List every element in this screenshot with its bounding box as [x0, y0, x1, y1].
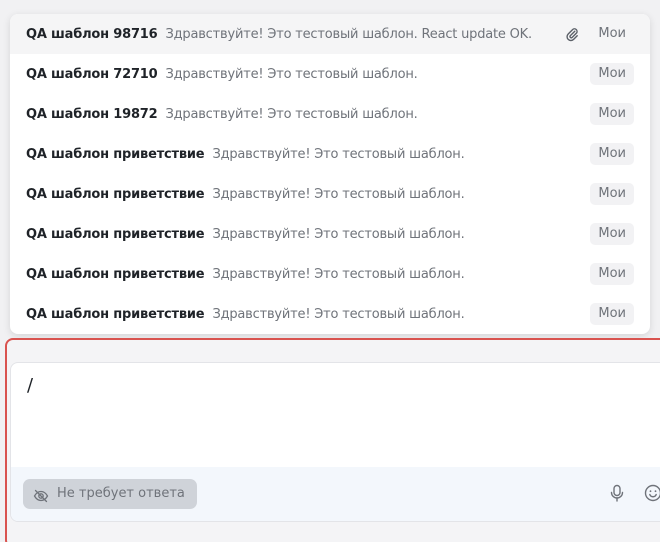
microphone-icon[interactable] [607, 483, 627, 503]
template-text: Здравствуйте! Это тестовый шаблон. [212, 226, 465, 242]
template-owner-badge: Мои [590, 183, 634, 205]
template-title: QA шаблон приветствие [26, 226, 205, 242]
template-text: Здравствуйте! Это тестовый шаблон. React… [165, 26, 532, 42]
template-item[interactable]: QA шаблон приветствие Здравствуйте! Это … [10, 254, 650, 294]
template-owner-badge: Мои [590, 103, 634, 125]
template-owner-badge: Мои [590, 223, 634, 245]
paperclip-icon [564, 26, 580, 42]
template-suggestions-popup: QA шаблон 98716 Здравствуйте! Это тестов… [10, 14, 650, 334]
template-item[interactable]: QA шаблон приветствие Здравствуйте! Это … [10, 134, 650, 174]
template-text: Здравствуйте! Это тестовый шаблон. [212, 306, 465, 322]
template-text: Здравствуйте! Это тестовый шаблон. [165, 106, 418, 122]
template-title: QA шаблон 72710 [26, 66, 158, 82]
template-item[interactable]: QA шаблон приветствие Здравствуйте! Это … [10, 294, 650, 334]
chat-composer-screen: QA шаблон 98716 Здравствуйте! Это тестов… [0, 0, 660, 542]
template-title: QA шаблон приветствие [26, 266, 205, 282]
template-owner-badge: Мои [590, 143, 634, 165]
emoji-icon[interactable] [643, 483, 660, 503]
message-composer[interactable]: / Не требует ответа [10, 362, 660, 522]
template-item[interactable]: QA шаблон 19872 Здравствуйте! Это тестов… [10, 94, 650, 134]
eye-off-icon [33, 486, 49, 503]
template-item[interactable]: QA шаблон приветствие Здравствуйте! Это … [10, 174, 650, 214]
template-item[interactable]: QA шаблон приветствие Здравствуйте! Это … [10, 214, 650, 254]
message-input[interactable]: / [27, 375, 33, 396]
template-owner-badge: Мои [598, 26, 626, 41]
template-title: QA шаблон 98716 [26, 26, 158, 42]
template-item[interactable]: QA шаблон 72710 Здравствуйте! Это тестов… [10, 54, 650, 94]
template-title: QA шаблон приветствие [26, 306, 205, 322]
composer-toolbar: Не требует ответа [11, 467, 660, 521]
template-text: Здравствуйте! Это тестовый шаблон. [212, 146, 465, 162]
template-text: Здравствуйте! Это тестовый шаблон. [212, 186, 465, 202]
template-text: Здравствуйте! Это тестовый шаблон. [165, 66, 418, 82]
template-owner-badge: Мои [590, 63, 634, 85]
template-owner-badge: Мои [590, 263, 634, 285]
template-owner-badge: Мои [590, 303, 634, 325]
template-title: QA шаблон 19872 [26, 106, 158, 122]
no-reply-needed-label: Не требует ответа [57, 486, 185, 501]
no-reply-needed-button[interactable]: Не требует ответа [23, 479, 197, 509]
template-title: QA шаблон приветствие [26, 146, 205, 162]
template-item[interactable]: QA шаблон 98716 Здравствуйте! Это тестов… [10, 14, 650, 54]
template-text: Здравствуйте! Это тестовый шаблон. [212, 266, 465, 282]
template-title: QA шаблон приветствие [26, 186, 205, 202]
